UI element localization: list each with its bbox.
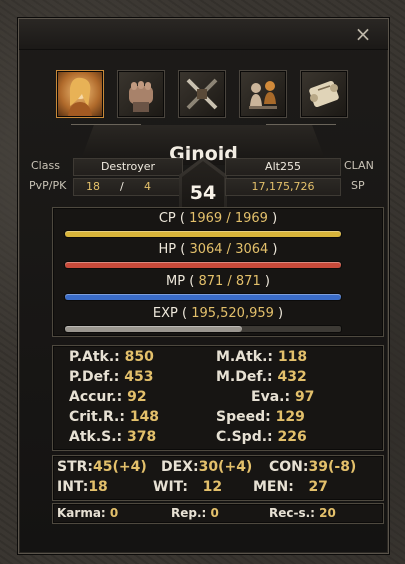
atks-stat: Atk.S.: 378 <box>69 429 157 445</box>
men-stat: MEN: 27 <box>253 479 328 495</box>
combat-stats-panel: P.Atk.: 850 M.Atk.: 118 P.Def.: 453 M.De… <box>52 345 384 451</box>
dex-stat: DEX:30(+4) <box>161 459 253 475</box>
social-stats-panel: Karma: 0 Rep.: 0 Rec-s.: 20 <box>52 503 384 524</box>
close-icon[interactable]: × <box>352 23 374 45</box>
pvppk-value: 18 / 4 <box>73 178 183 196</box>
matk-stat: M.Atk.: 118 <box>216 349 308 365</box>
mp-label: MP ( 871 / 871 ) <box>166 274 270 289</box>
pvppk-label: PvP/PK <box>29 179 67 192</box>
window-title-bar[interactable]: × <box>19 19 388 50</box>
hp-bar-fill <box>65 262 341 268</box>
tab-character-portrait[interactable] <box>57 71 103 117</box>
accur-stat: Accur.: 92 <box>69 389 147 405</box>
pk-count: 4 <box>144 180 151 193</box>
cp-label: CP ( 1969 / 1969 ) <box>158 211 278 226</box>
banner-line-right <box>266 124 336 125</box>
clan-label: CLAN <box>344 159 374 172</box>
exp-bar <box>64 325 342 333</box>
tab-crossed-weapons[interactable] <box>179 71 225 117</box>
rep-stat: Rep.: 0 <box>171 506 219 520</box>
karma-stat: Karma: 0 <box>57 506 119 520</box>
exp-label: EXP ( 195,520,959 ) <box>152 306 284 321</box>
mdef-stat: M.Def.: 432 <box>216 369 307 385</box>
int-stat: INT:18 <box>57 479 108 495</box>
cspd-stat: C.Spd.: 226 <box>216 429 307 445</box>
pvppk-separator: / <box>120 180 124 193</box>
character-status-window: × Ginoid Class Destroyer PvP/PK 18 / 4 5… <box>18 18 389 554</box>
hp-label: HP ( 3064 / 3064 ) <box>158 242 278 257</box>
mp-bar-fill <box>65 294 341 300</box>
base-stats-panel: STR:45(+4) DEX:30(+4) CON:39(-8) INT:18 … <box>52 455 384 501</box>
con-stat: CON:39(-8) <box>269 459 357 475</box>
exp-bar-fill <box>65 326 242 332</box>
cp-bar-fill <box>65 231 341 237</box>
hp-bar <box>64 261 342 269</box>
class-value: Destroyer <box>73 158 183 176</box>
banner-line-left <box>71 124 141 125</box>
speed-stat: Speed: 129 <box>216 409 305 425</box>
eva-stat: Eva.: 97 <box>251 389 315 405</box>
pvp-count: 18 <box>86 180 100 193</box>
clan-value: Alt255 <box>225 158 341 176</box>
pdef-stat: P.Def.: 453 <box>69 369 154 385</box>
patk-stat: P.Atk.: 850 <box>69 349 154 365</box>
tab-scroll[interactable] <box>301 71 347 117</box>
class-label: Class <box>31 159 60 172</box>
sp-value: 17,175,726 <box>225 178 341 196</box>
tab-fist[interactable] <box>118 71 164 117</box>
cp-bar <box>64 230 342 238</box>
crit-stat: Crit.R.: 148 <box>69 409 160 425</box>
wit-stat: WIT: 12 <box>153 479 223 495</box>
recs-stat: Rec-s.: 20 <box>269 506 336 520</box>
vitals-panel: CP ( 1969 / 1969 ) HP ( 3064 / 3064 ) MP… <box>52 207 384 337</box>
tab-pawns[interactable] <box>240 71 286 117</box>
mp-bar <box>64 293 342 301</box>
str-stat: STR:45(+4) <box>57 459 147 475</box>
sp-label: SP <box>351 179 365 192</box>
